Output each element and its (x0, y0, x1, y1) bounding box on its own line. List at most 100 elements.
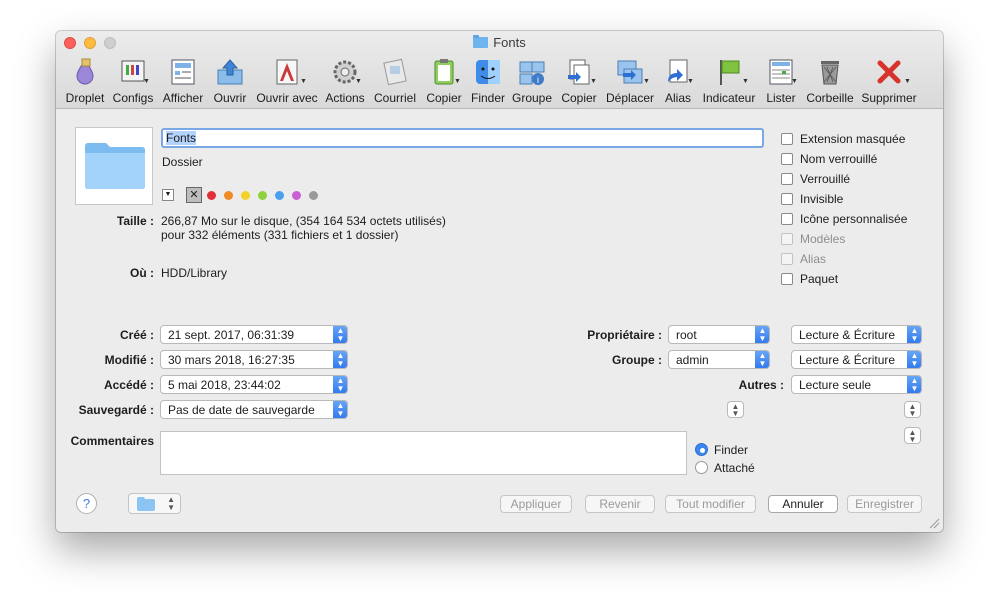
flag-icon (714, 57, 744, 87)
stepper-icon[interactable]: ▲ ▼ (333, 401, 347, 418)
clear-label-button[interactable]: ✕ (186, 187, 202, 203)
created-date-field[interactable]: 21 sept. 2017, 06:31:39 ▲ ▼ (160, 325, 348, 344)
flag-alias: Alias (781, 252, 826, 266)
where-value: HDD/Library (161, 266, 228, 280)
toolbar-configs[interactable]: ▼ Configs (113, 57, 153, 107)
modified-date-field[interactable]: 30 mars 2018, 16:27:35 ▲ ▼ (160, 350, 348, 369)
toolbar: Fonts Droplet ▼ Configs Afficher Ouvrir … (56, 31, 943, 109)
group-label: Groupe : (612, 353, 662, 367)
resize-grip-icon[interactable] (928, 517, 940, 529)
chevron-updown-icon: ▲ ▼ (907, 351, 921, 368)
stepper-icon[interactable]: ▲ ▼ (333, 326, 347, 343)
groupe-icon: i (517, 57, 547, 87)
radio-button[interactable] (695, 461, 708, 474)
others-permission-popup[interactable]: Lecture seule ▲ ▼ (791, 375, 922, 394)
comment-attache-radio[interactable]: Attaché (695, 461, 755, 475)
modified-label: Modifié : (104, 353, 154, 367)
stepper-icon[interactable]: ▲ ▼ (727, 401, 744, 418)
flag-invisible[interactable]: Invisible (781, 192, 843, 206)
ouvrir-icon (215, 57, 245, 87)
trash-icon (815, 57, 845, 87)
folder-icon (137, 497, 155, 511)
checkbox (781, 233, 793, 245)
label-menu-button[interactable]: ▼ (162, 189, 174, 201)
cancel-button[interactable]: Annuler (768, 495, 838, 513)
checkbox[interactable] (781, 133, 793, 145)
toolbar-copier-1[interactable]: ▼ Copier (426, 57, 462, 107)
toolbar-groupe[interactable]: i Groupe (512, 57, 552, 107)
modify-all-button[interactable]: Tout modifier (665, 495, 756, 513)
toolbar-corbeille[interactable]: Corbeille (806, 57, 854, 107)
owner-label: Propriétaire : (587, 328, 662, 342)
delete-x-icon (874, 57, 904, 87)
checkbox[interactable] (781, 193, 793, 205)
chevron-updown-icon: ▲ ▼ (167, 495, 175, 512)
size-line-2: pour 332 éléments (331 fichiers et 1 dos… (161, 228, 399, 242)
toolbar-courriel[interactable]: Courriel (374, 57, 416, 107)
folder-icon (473, 35, 489, 48)
name-field[interactable]: Fonts (161, 128, 764, 148)
toolbar-lister[interactable]: ▼ Lister (763, 57, 799, 107)
others-label: Autres : (738, 378, 784, 392)
apply-button[interactable]: Appliquer (500, 495, 572, 513)
courriel-icon (380, 57, 410, 87)
help-button[interactable]: ? (76, 493, 97, 514)
flag-verrouille[interactable]: Verrouillé (781, 172, 850, 186)
toolbar-finder[interactable]: Finder (470, 57, 506, 107)
toolbar-droplet[interactable]: Droplet (66, 57, 104, 107)
label-blue[interactable] (275, 191, 284, 200)
flag-extension-masquee[interactable]: Extension masquée (781, 132, 905, 146)
toolbar-deplacer[interactable]: ▼ Déplacer (606, 57, 654, 107)
save-button[interactable]: Enregistrer (847, 495, 922, 513)
afficher-icon (168, 57, 198, 87)
flag-paquet[interactable]: Paquet (781, 272, 838, 286)
owner-permission-popup[interactable]: Lecture & Écriture ▲ ▼ (791, 325, 922, 344)
label-orange[interactable] (224, 191, 233, 200)
toolbar-afficher[interactable]: Afficher (163, 57, 203, 107)
radio-button[interactable] (695, 443, 708, 456)
toolbar-indicateur[interactable]: ▼ Indicateur (703, 57, 755, 107)
comments-label: Commentaires (70, 434, 154, 448)
label-gray[interactable] (309, 191, 318, 200)
stepper-icon[interactable]: ▲ ▼ (333, 376, 347, 393)
chevron-updown-icon: ▲ ▼ (755, 351, 769, 368)
item-kind: Dossier (162, 155, 203, 169)
toolbar-copier-2[interactable]: ▼ Copier (560, 57, 598, 107)
checkbox[interactable] (781, 153, 793, 165)
toolbar-actions[interactable]: ▼ Actions (325, 57, 365, 107)
accessed-date-field[interactable]: 5 mai 2018, 23:44:02 ▲ ▼ (160, 375, 348, 394)
toolbar-supprimer[interactable]: ▼ Supprimer (861, 57, 917, 107)
group-popup[interactable]: admin ▲ ▼ (668, 350, 770, 369)
accessed-label: Accédé : (103, 378, 154, 392)
label-yellow[interactable] (241, 191, 250, 200)
group-permission-popup[interactable]: Lecture & Écriture ▲ ▼ (791, 350, 922, 369)
backup-label: Sauvegardé : (78, 403, 154, 417)
toolbar-ouvrir-avec[interactable]: ▼ Ouvrir avec (256, 57, 318, 107)
label-red[interactable] (207, 191, 216, 200)
stepper-icon[interactable]: ▲ ▼ (904, 427, 921, 444)
toolbar-ouvrir[interactable]: Ouvrir (212, 57, 248, 107)
owner-popup[interactable]: root ▲ ▼ (668, 325, 770, 344)
toolbar-alias[interactable]: ▼ Alias (661, 57, 695, 107)
ouvrir-avec-icon (272, 57, 302, 87)
checkbox[interactable] (781, 213, 793, 225)
stepper-icon[interactable]: ▲ ▼ (333, 351, 347, 368)
comments-field[interactable] (160, 431, 687, 475)
size-label: Taille : (116, 214, 154, 228)
flag-icone-personnalisee[interactable]: Icône personnalisée (781, 212, 907, 226)
revert-button[interactable]: Revenir (585, 495, 655, 513)
checkbox[interactable] (781, 173, 793, 185)
checkbox[interactable] (781, 273, 793, 285)
window-title: Fonts (56, 35, 943, 50)
comment-finder-radio[interactable]: Finder (695, 443, 748, 457)
stepper-icon[interactable]: ▲ ▼ (904, 401, 921, 418)
flag-modeles: Modèles (781, 232, 845, 246)
folder-popup[interactable]: ▲ ▼ (128, 493, 181, 514)
flag-nom-verrouille[interactable]: Nom verrouillé (781, 152, 877, 166)
label-green[interactable] (258, 191, 267, 200)
svg-text:i: i (537, 75, 539, 85)
droplet-icon (70, 57, 100, 87)
item-icon-well[interactable] (75, 127, 153, 205)
label-purple[interactable] (292, 191, 301, 200)
backup-date-field[interactable]: Pas de date de sauvegarde ▲ ▼ (160, 400, 348, 419)
